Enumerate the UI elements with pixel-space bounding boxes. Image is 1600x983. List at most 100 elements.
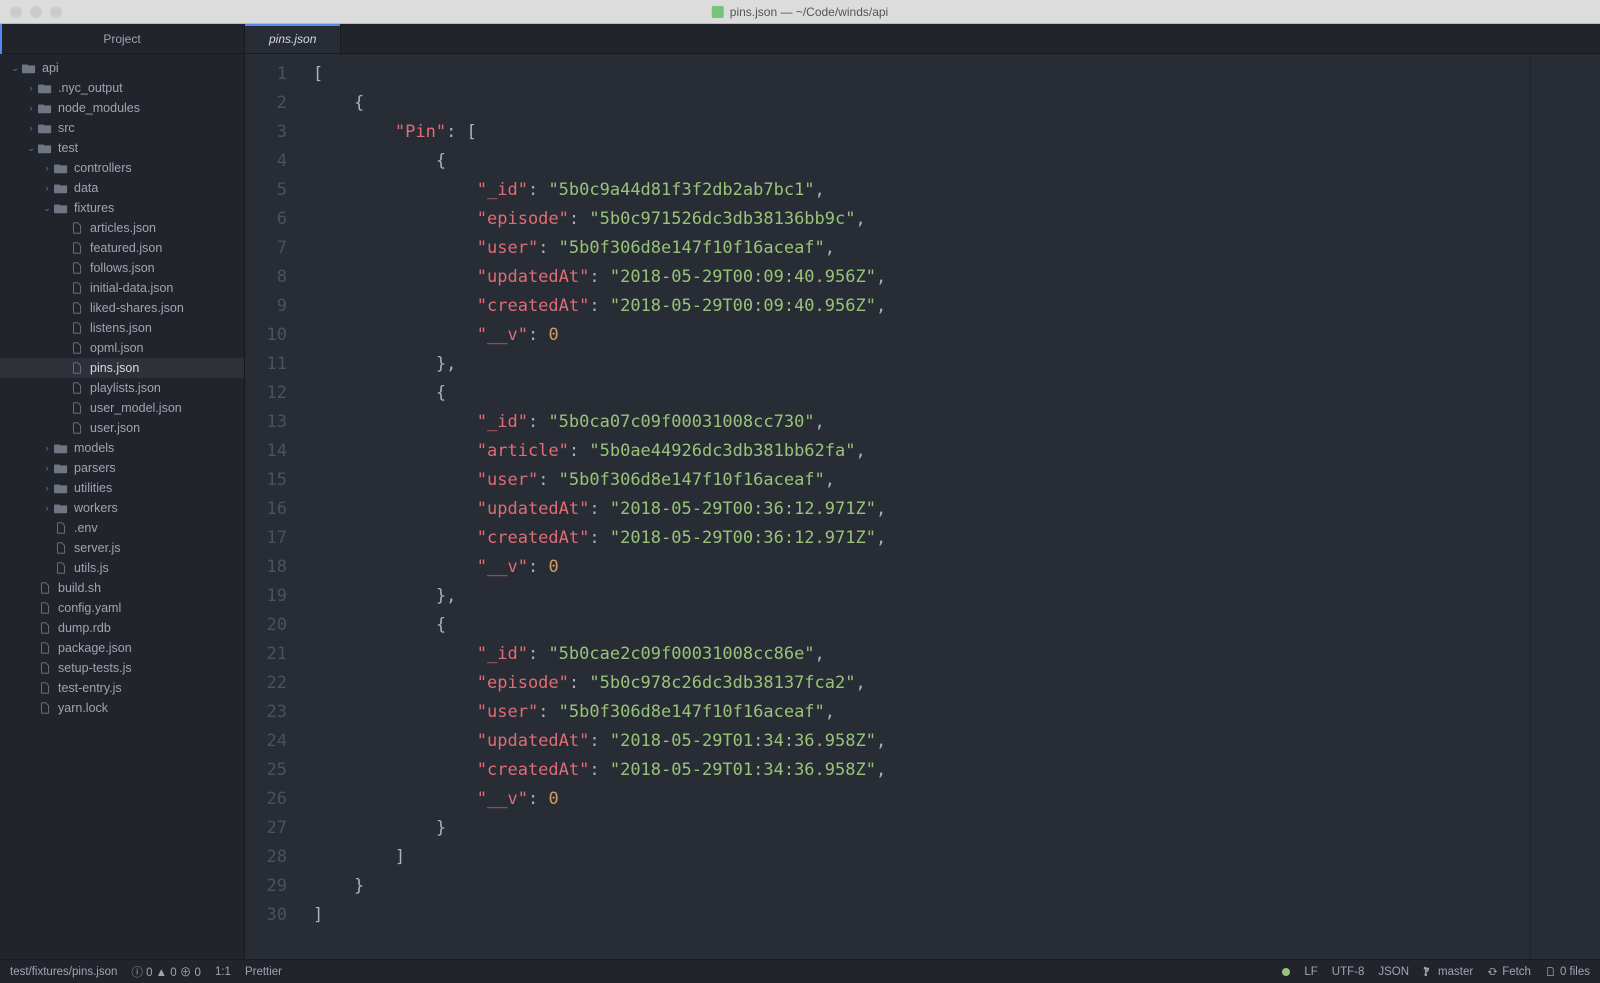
status-bar: test/fixtures/pins.json ⓘ 0 ▲ 0 ⊕ 0 1:1 … [0, 959, 1600, 983]
code-line: }, [313, 350, 1530, 379]
status-files[interactable]: 0 files [1545, 966, 1590, 978]
tree-folder-data[interactable]: › data [0, 178, 244, 198]
tree-folder-node-modules[interactable]: ›node_modules [0, 98, 244, 118]
file-icon [38, 602, 52, 614]
close-window-icon[interactable] [10, 6, 22, 18]
tree-item-label: setup-tests.js [58, 661, 132, 675]
line-number: 8 [245, 263, 287, 292]
line-number: 2 [245, 89, 287, 118]
chevron-right-icon[interactable]: › [26, 123, 36, 133]
chevron-down-icon[interactable]: ⌄ [10, 63, 20, 74]
line-number: 18 [245, 553, 287, 582]
tree-file-playlists-json[interactable]: ›playlists.json [0, 378, 244, 398]
tree-file-opml-json[interactable]: ›opml.json [0, 338, 244, 358]
line-number: 29 [245, 872, 287, 901]
line-number: 26 [245, 785, 287, 814]
folder-icon [54, 502, 68, 514]
tree-item-label: parsers [74, 461, 116, 475]
chevron-right-icon[interactable]: › [42, 503, 52, 513]
tree-file-pins-json[interactable]: ›pins.json [0, 358, 244, 378]
tree-item-label: initial-data.json [90, 281, 173, 295]
tree-folder-fixtures[interactable]: ⌄ fixtures [0, 198, 244, 218]
tree-file-user-json[interactable]: ›user.json [0, 418, 244, 438]
code-line: "episode": "5b0c971526dc3db38136bb9c", [313, 205, 1530, 234]
tree-folder-api[interactable]: ⌄ api [0, 58, 244, 78]
status-language[interactable]: JSON [1378, 966, 1409, 978]
tree-file-utils-js[interactable]: ›utils.js [0, 558, 244, 578]
tree-file-package-json[interactable]: ›package.json [0, 638, 244, 658]
tree-file-liked-shares-json[interactable]: ›liked-shares.json [0, 298, 244, 318]
chevron-down-icon[interactable]: ⌄ [42, 203, 52, 214]
chevron-right-icon[interactable]: › [42, 483, 52, 493]
tree-file-setup-tests-js[interactable]: ›setup-tests.js [0, 658, 244, 678]
status-path[interactable]: test/fixtures/pins.json [10, 966, 117, 978]
file-icon [70, 262, 84, 274]
tree-file-follows-json[interactable]: ›follows.json [0, 258, 244, 278]
tree-item-label: data [74, 181, 98, 195]
sidebar-header[interactable]: Project [0, 24, 244, 54]
maximize-window-icon[interactable] [50, 6, 62, 18]
status-git-branch[interactable]: master [1423, 966, 1473, 978]
tree-folder-parsers[interactable]: › parsers [0, 458, 244, 478]
folder-icon [54, 202, 68, 214]
tree-item-label: server.js [74, 541, 121, 555]
tree-item-label: featured.json [90, 241, 162, 255]
status-fetch[interactable]: Fetch [1487, 966, 1531, 978]
tree-file-yarn-lock[interactable]: ›yarn.lock [0, 698, 244, 718]
status-line-ending[interactable]: LF [1304, 966, 1317, 978]
tree-folder-test[interactable]: ⌄test [0, 138, 244, 158]
tree-file-config-yaml[interactable]: ›config.yaml [0, 598, 244, 618]
tree-file-initial-data-json[interactable]: ›initial-data.json [0, 278, 244, 298]
line-number: 5 [245, 176, 287, 205]
file-icon [70, 242, 84, 254]
window-titlebar: pins.json — ~/Code/winds/api [0, 0, 1600, 24]
tree-file-user-model-json[interactable]: ›user_model.json [0, 398, 244, 418]
chevron-right-icon[interactable]: › [26, 83, 36, 93]
tree-file-featured-json[interactable]: ›featured.json [0, 238, 244, 258]
status-diagnostics[interactable]: ⓘ 0 ▲ 0 ⊕ 0 [131, 964, 201, 980]
window-controls [10, 6, 62, 18]
tree-file-test-entry-js[interactable]: ›test-entry.js [0, 678, 244, 698]
tree-folder-workers[interactable]: ›workers [0, 498, 244, 518]
chevron-right-icon[interactable]: › [42, 163, 52, 173]
file-icon [54, 542, 68, 554]
window-title-text: pins.json — ~/Code/winds/api [730, 5, 888, 19]
chevron-down-icon[interactable]: ⌄ [26, 143, 36, 154]
tree-folder-controllers[interactable]: ›controllers [0, 158, 244, 178]
status-encoding[interactable]: UTF-8 [1332, 966, 1365, 978]
folder-icon [38, 142, 52, 154]
chevron-right-icon[interactable]: › [26, 103, 36, 113]
tree-file-build-sh[interactable]: ›build.sh [0, 578, 244, 598]
tree-file-server-js[interactable]: ›server.js [0, 538, 244, 558]
tree-item-label: test-entry.js [58, 681, 122, 695]
line-number: 22 [245, 669, 287, 698]
editor-tab-pins-json[interactable]: pins.json [245, 24, 341, 53]
tree-folder-utilities[interactable]: ›utilities [0, 478, 244, 498]
tab-label: pins.json [269, 32, 316, 46]
chevron-right-icon[interactable]: › [42, 183, 52, 193]
file-tree[interactable]: ⌄api›.nyc_output›node_modules›src⌄test›c… [0, 54, 244, 959]
code-line: { [313, 379, 1530, 408]
minimize-window-icon[interactable] [30, 6, 42, 18]
tree-folder--nyc-output[interactable]: ›.nyc_output [0, 78, 244, 98]
line-number: 12 [245, 379, 287, 408]
code-line: "createdAt": "2018-05-29T00:36:12.971Z", [313, 524, 1530, 553]
line-number: 6 [245, 205, 287, 234]
status-cursor[interactable]: 1:1 [215, 966, 231, 978]
status-formatter[interactable]: Prettier [245, 966, 282, 978]
code-content[interactable]: [ { "Pin": [ { "_id": "5b0c9a44d81f3f2db… [305, 54, 1530, 959]
tree-folder-models[interactable]: ›models [0, 438, 244, 458]
chevron-right-icon[interactable]: › [42, 443, 52, 453]
tree-file-listens-json[interactable]: ›listens.json [0, 318, 244, 338]
minimap[interactable] [1530, 54, 1600, 959]
tree-item-label: fixtures [74, 201, 114, 215]
tree-item-label: user_model.json [90, 401, 182, 415]
code-line: "_id": "5b0c9a44d81f3f2db2ab7bc1", [313, 176, 1530, 205]
tree-file-dump-rdb[interactable]: ›dump.rdb [0, 618, 244, 638]
tree-item-label: api [42, 61, 59, 75]
chevron-right-icon[interactable]: › [42, 463, 52, 473]
tree-file-articles-json[interactable]: ›articles.json [0, 218, 244, 238]
code-line: "user": "5b0f306d8e147f10f16aceaf", [313, 234, 1530, 263]
tree-folder-src[interactable]: ›src [0, 118, 244, 138]
tree-file--env[interactable]: ›.env [0, 518, 244, 538]
